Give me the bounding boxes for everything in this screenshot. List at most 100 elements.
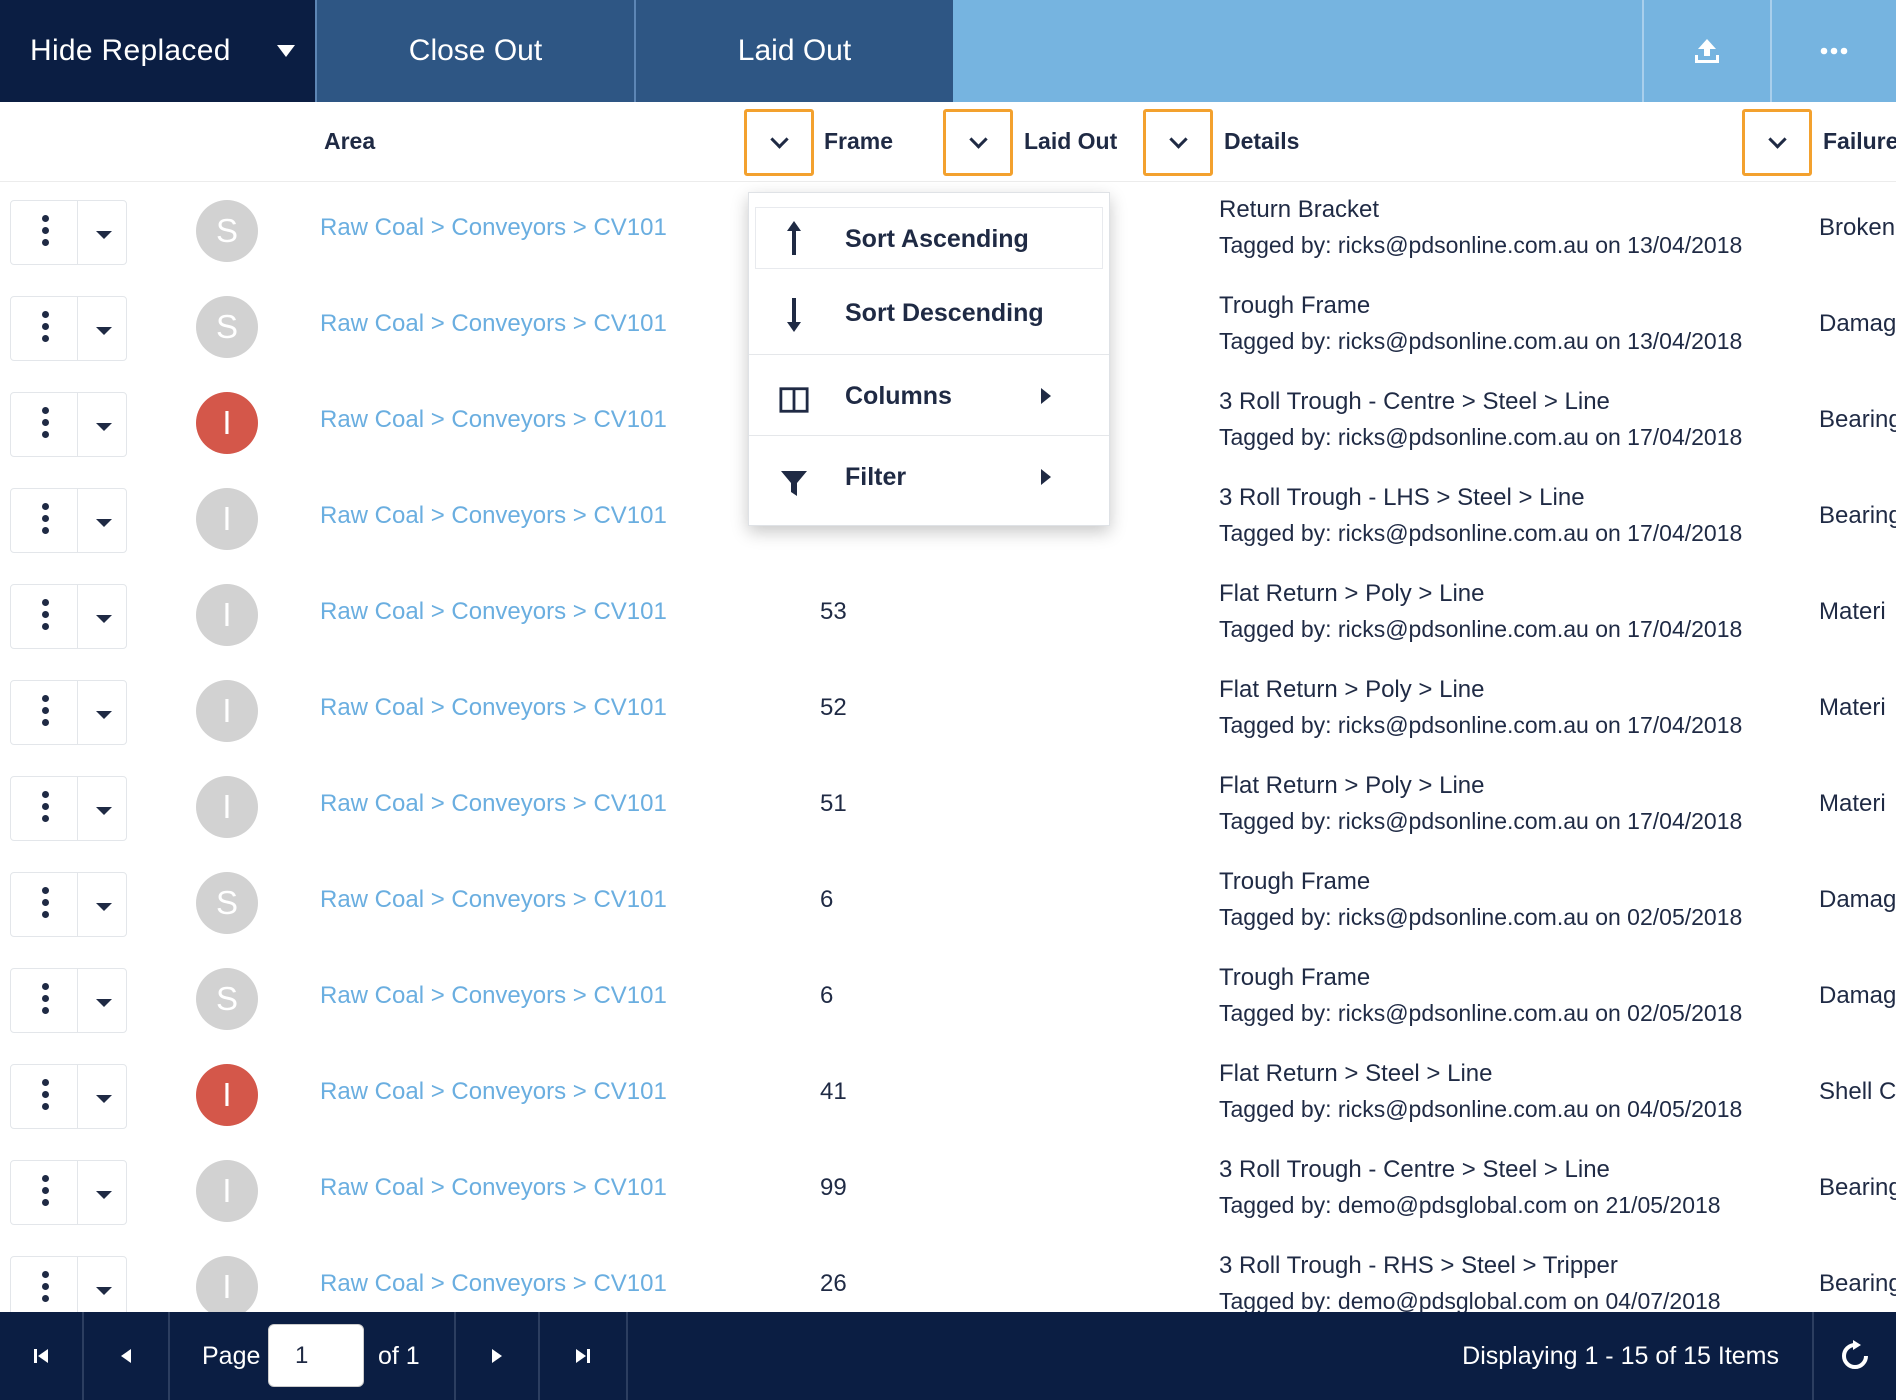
- column-header-failure[interactable]: Failure: [1823, 128, 1896, 155]
- area-link[interactable]: Raw Coal > Conveyors > CV101: [320, 1174, 667, 1202]
- more-vertical-icon: [41, 1283, 49, 1290]
- row-expand-caret-icon[interactable]: [96, 999, 112, 1007]
- divider: [77, 681, 78, 744]
- row-menu-button[interactable]: [41, 791, 49, 827]
- status-avatar: I: [196, 776, 258, 838]
- refresh-button[interactable]: [1812, 1312, 1896, 1400]
- arrow-up-icon: [787, 221, 801, 255]
- column-header-area[interactable]: Area: [324, 128, 375, 155]
- caret-right-icon: [1041, 469, 1051, 485]
- column-header-details[interactable]: Details: [1224, 128, 1299, 155]
- frame-value: 6: [820, 886, 834, 913]
- more-vertical-icon: [41, 503, 49, 510]
- table-row[interactable]: I Raw Coal > Conveyors > CV101 26 3 Roll Tr…: [0, 1238, 1896, 1312]
- more-options-button[interactable]: [1770, 0, 1896, 102]
- hide-replaced-dropdown[interactable]: Hide Replaced: [0, 0, 315, 102]
- failure-value: Materi: [1819, 694, 1886, 721]
- row-menu-button[interactable]: [41, 1271, 49, 1307]
- last-page-icon: [576, 1349, 590, 1363]
- divider: [77, 1161, 78, 1224]
- last-page-button[interactable]: [540, 1312, 628, 1400]
- column-header-frame[interactable]: Frame: [824, 128, 893, 155]
- row-menu-button[interactable]: [41, 1079, 49, 1115]
- more-vertical-icon: [41, 527, 49, 534]
- table-row[interactable]: I Raw Coal > Conveyors > CV101 41 Flat Retu…: [0, 1046, 1896, 1142]
- first-page-icon: [34, 1349, 48, 1363]
- row-expand-caret-icon[interactable]: [96, 903, 112, 911]
- row-expand-caret-icon[interactable]: [96, 1095, 112, 1103]
- row-expand-caret-icon[interactable]: [96, 711, 112, 719]
- area-link[interactable]: Raw Coal > Conveyors > CV101: [320, 1078, 667, 1106]
- row-expand-caret-icon[interactable]: [96, 423, 112, 431]
- column-menu-button-area[interactable]: [744, 109, 814, 176]
- close-out-button[interactable]: Close Out: [315, 0, 634, 102]
- menu-item-columns[interactable]: Columns: [749, 356, 1109, 436]
- more-vertical-icon: [41, 323, 49, 330]
- column-menu-button-laid-out[interactable]: [1143, 109, 1213, 176]
- row-expand-caret-icon[interactable]: [96, 1287, 112, 1295]
- area-link[interactable]: Raw Coal > Conveyors > CV101: [320, 502, 667, 530]
- filter-icon: [781, 471, 807, 496]
- table-row[interactable]: S Raw Coal > Conveyors > CV101 6 Trough Fra…: [0, 950, 1896, 1046]
- detail-title: Return Bracket: [1219, 196, 1380, 223]
- more-vertical-icon: [41, 407, 49, 414]
- area-link[interactable]: Raw Coal > Conveyors > CV101: [320, 694, 667, 722]
- previous-page-button[interactable]: [84, 1312, 170, 1400]
- area-link[interactable]: Raw Coal > Conveyors > CV101: [320, 886, 667, 914]
- area-link[interactable]: Raw Coal > Conveyors > CV101: [320, 310, 667, 338]
- menu-item-sort-ascending[interactable]: Sort Ascending: [755, 207, 1103, 269]
- upload-button[interactable]: [1642, 0, 1770, 102]
- detail-tagged-by: Tagged by: ricks@pdsonline.com.au on 13/…: [1219, 328, 1743, 354]
- row-menu-button[interactable]: [41, 215, 49, 251]
- row-menu-button[interactable]: [41, 599, 49, 635]
- menu-item-sort-descending[interactable]: Sort Descending: [749, 275, 1109, 355]
- pagination-footer: Page of 1 Displaying 1 - 15 of 15 Items: [0, 1312, 1896, 1400]
- row-expand-caret-icon[interactable]: [96, 615, 112, 623]
- row-menu-button[interactable]: [41, 983, 49, 1019]
- row-expand-caret-icon[interactable]: [96, 807, 112, 815]
- area-link[interactable]: Raw Coal > Conveyors > CV101: [320, 982, 667, 1010]
- row-expand-caret-icon[interactable]: [96, 231, 112, 239]
- menu-item-filter[interactable]: Filter: [749, 437, 1109, 517]
- area-link[interactable]: Raw Coal > Conveyors > CV101: [320, 406, 667, 434]
- laid-out-button[interactable]: Laid Out: [634, 0, 953, 102]
- area-link[interactable]: Raw Coal > Conveyors > CV101: [320, 598, 667, 626]
- displaying-items-text: Displaying 1 - 15 of 15 Items: [1462, 1342, 1779, 1370]
- area-link[interactable]: Raw Coal > Conveyors > CV101: [320, 790, 667, 818]
- row-expand-caret-icon[interactable]: [96, 327, 112, 335]
- row-menu-button[interactable]: [41, 503, 49, 539]
- table-row[interactable]: I Raw Coal > Conveyors > CV101 51 Flat Retu…: [0, 758, 1896, 854]
- row-expand-caret-icon[interactable]: [96, 1191, 112, 1199]
- divider: [77, 393, 78, 456]
- frame-value: 41: [820, 1078, 847, 1105]
- column-menu-button-details[interactable]: [1742, 109, 1812, 176]
- row-expand-caret-icon[interactable]: [96, 519, 112, 527]
- detail-title: Flat Return > Poly > Line: [1219, 580, 1485, 607]
- detail-title: Flat Return > Steel > Line: [1219, 1060, 1493, 1087]
- refresh-icon: [1842, 1340, 1868, 1369]
- detail-title: 3 Roll Trough - Centre > Steel > Line: [1219, 388, 1610, 415]
- detail-title: Trough Frame: [1219, 292, 1371, 319]
- page-number-input[interactable]: [268, 1324, 364, 1387]
- first-page-button[interactable]: [0, 1312, 84, 1400]
- row-menu-button[interactable]: [41, 887, 49, 923]
- column-header-laid-out[interactable]: Laid Out: [1024, 128, 1117, 155]
- failure-value: Bearing: [1819, 502, 1896, 529]
- row-menu-button[interactable]: [41, 311, 49, 347]
- area-link[interactable]: Raw Coal > Conveyors > CV101: [320, 214, 667, 242]
- row-menu-button[interactable]: [41, 407, 49, 443]
- row-menu-button[interactable]: [41, 695, 49, 731]
- table-row[interactable]: I Raw Coal > Conveyors > CV101 99 3 Roll Tr…: [0, 1142, 1896, 1238]
- next-page-button[interactable]: [454, 1312, 540, 1400]
- menu-label: Sort Ascending: [845, 225, 1029, 253]
- area-link[interactable]: Raw Coal > Conveyors > CV101: [320, 1270, 667, 1298]
- row-actions: [10, 1160, 127, 1225]
- divider: [77, 873, 78, 936]
- column-menu-button-frame[interactable]: [943, 109, 1013, 176]
- table-row[interactable]: S Raw Coal > Conveyors > CV101 6 Trough Fra…: [0, 854, 1896, 950]
- table-row[interactable]: I Raw Coal > Conveyors > CV101 53 Flat Retu…: [0, 566, 1896, 662]
- table-row[interactable]: I Raw Coal > Conveyors > CV101 52 Flat Retu…: [0, 662, 1896, 758]
- chevron-down-icon: [769, 130, 789, 149]
- row-menu-button[interactable]: [41, 1175, 49, 1211]
- toolbar-spacer: [953, 0, 1642, 102]
